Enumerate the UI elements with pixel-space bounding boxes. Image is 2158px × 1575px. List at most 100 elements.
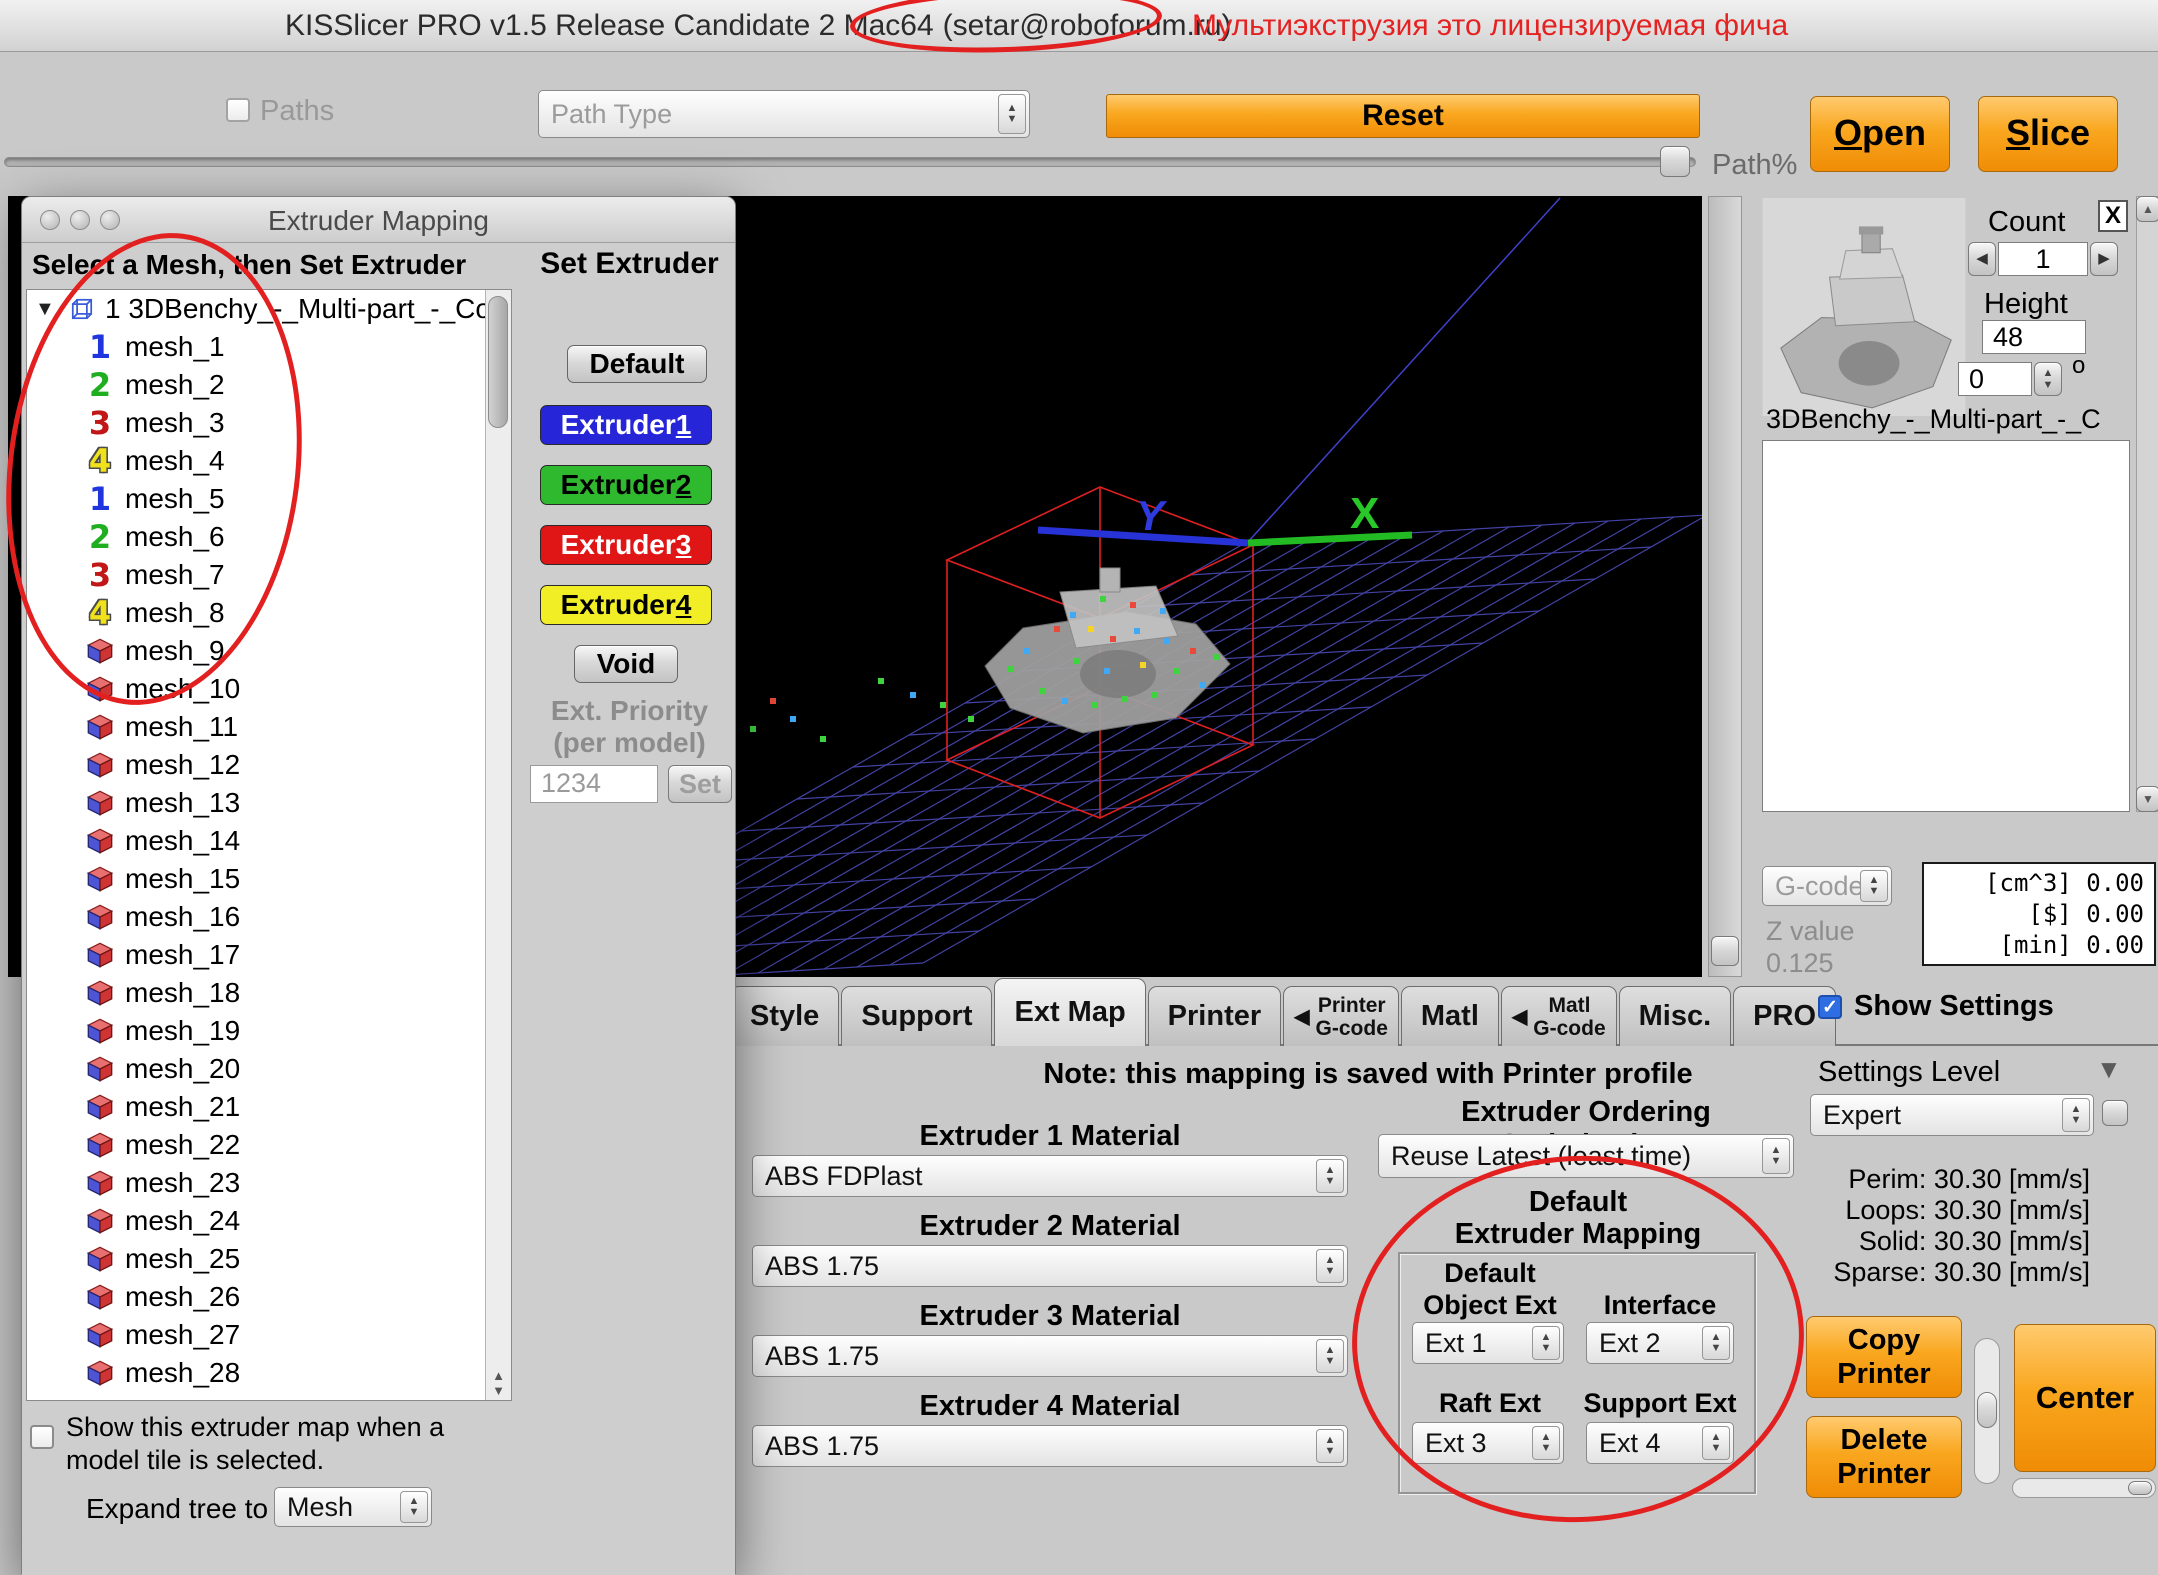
- tab-matl[interactable]: Matl: [1401, 986, 1499, 1046]
- raft-ext-value: Ext 3: [1425, 1428, 1487, 1459]
- tree-item-mesh_14[interactable]: mesh_14: [27, 822, 511, 860]
- set-extruder3-button[interactable]: Extruder 3: [540, 525, 712, 565]
- copy-printer-button[interactable]: Copy Printer: [1806, 1316, 1962, 1398]
- tab-ext-map[interactable]: Ext Map: [994, 978, 1145, 1046]
- panel-scrollbar[interactable]: [2136, 196, 2158, 812]
- tree-scrollbar-thumb[interactable]: [488, 296, 508, 428]
- tree-item-mesh_17[interactable]: mesh_17: [27, 936, 511, 974]
- set-default-button[interactable]: Default: [567, 345, 707, 383]
- tree-item-mesh_10[interactable]: mesh_10: [27, 670, 511, 708]
- tab-printer-g-code[interactable]: ◀PrinterG-code: [1283, 986, 1399, 1046]
- count-value[interactable]: 1: [1998, 242, 2088, 276]
- tree-item-mesh_27[interactable]: mesh_27: [27, 1316, 511, 1354]
- reset-button[interactable]: Reset: [1106, 94, 1700, 138]
- tree-item-mesh_23[interactable]: mesh_23: [27, 1164, 511, 1202]
- show-map-checkbox[interactable]: [30, 1425, 54, 1449]
- tree-item-mesh_5[interactable]: 1mesh_5: [27, 480, 511, 518]
- path-slider-track[interactable]: [4, 157, 1696, 167]
- tree-item-mesh_20[interactable]: mesh_20: [27, 1050, 511, 1088]
- tree-item-mesh_12[interactable]: mesh_12: [27, 746, 511, 784]
- count-increment-arrow[interactable]: ▶: [2090, 242, 2118, 276]
- interface-ext-select[interactable]: Ext 2 ▲▼: [1586, 1322, 1734, 1364]
- tree-item-mesh_24[interactable]: mesh_24: [27, 1202, 511, 1240]
- rotation-stepper[interactable]: ▲▼: [2034, 362, 2062, 396]
- set-extruder2-button[interactable]: Extruder 2: [540, 465, 712, 505]
- set-extruder1-button[interactable]: Extruder 1: [540, 405, 712, 445]
- count-decrement-arrow[interactable]: ◀: [1968, 242, 1996, 276]
- tree-scrollbar[interactable]: ▲▼: [485, 290, 511, 1400]
- tree-item-mesh_7[interactable]: 3mesh_7: [27, 556, 511, 594]
- set-extruder4-button[interactable]: Extruder 4: [540, 585, 712, 625]
- settings-level-select[interactable]: Expert ▲▼: [1810, 1094, 2094, 1136]
- set-void-button[interactable]: Void: [574, 645, 678, 683]
- ext-priority-input[interactable]: 1234: [530, 765, 658, 803]
- ext-priority-set-button[interactable]: Set: [668, 765, 732, 803]
- extruder-material-select[interactable]: ABS 1.75▲▼: [752, 1335, 1348, 1377]
- center-button[interactable]: Center: [2014, 1324, 2156, 1472]
- gcode-select[interactable]: G-code ▲▼: [1762, 866, 1892, 906]
- tree-item-mesh_15[interactable]: mesh_15: [27, 860, 511, 898]
- viewport-vertical-slider[interactable]: [1708, 196, 1742, 977]
- settings-lock-box[interactable]: [2102, 1100, 2128, 1126]
- tree-item-mesh_2[interactable]: 2mesh_2: [27, 366, 511, 404]
- bottom-horizontal-slider-handle[interactable]: [2128, 1481, 2152, 1495]
- raft-ext-select[interactable]: Ext 3 ▲▼: [1412, 1422, 1564, 1464]
- path-type-select[interactable]: Path Type ▲▼: [538, 90, 1030, 138]
- expand-tree-select[interactable]: Mesh ▲▼: [274, 1487, 432, 1527]
- tree-item-mesh_28[interactable]: mesh_28: [27, 1354, 511, 1392]
- tree-item-mesh_1[interactable]: 1mesh_1: [27, 328, 511, 366]
- viewport-vertical-slider-handle[interactable]: [1711, 936, 1739, 966]
- tree-item-mesh_6[interactable]: 2mesh_6: [27, 518, 511, 556]
- tree-item-mesh_3[interactable]: 3mesh_3: [27, 404, 511, 442]
- tree-item-mesh_21[interactable]: mesh_21: [27, 1088, 511, 1126]
- tree-item-mesh_19[interactable]: mesh_19: [27, 1012, 511, 1050]
- support-ext-select[interactable]: Ext 4 ▲▼: [1586, 1422, 1734, 1464]
- tree-item-mesh_13[interactable]: mesh_13: [27, 784, 511, 822]
- path-slider-handle[interactable]: [1660, 146, 1690, 177]
- disclosure-triangle-icon[interactable]: ▼: [35, 298, 59, 321]
- tree-item-mesh_18[interactable]: mesh_18: [27, 974, 511, 1012]
- tab-printer[interactable]: Printer: [1148, 986, 1281, 1046]
- speed-readout: Solid: 30.30 [mm/s]: [1806, 1226, 2090, 1257]
- paths-checkbox[interactable]: [226, 98, 250, 122]
- ordering-optimization-select[interactable]: Reuse Latest (least time) ▲▼: [1378, 1134, 1794, 1178]
- object-ext-select[interactable]: Ext 1 ▲▼: [1412, 1322, 1564, 1364]
- z-value: 0.125: [1766, 948, 1834, 979]
- tree-scroll-arrows-icon[interactable]: ▲▼: [486, 1368, 511, 1398]
- extruder-material-select[interactable]: ABS 1.75▲▼: [752, 1425, 1348, 1467]
- tab-matl-g-code[interactable]: ◀MatlG-code: [1501, 986, 1617, 1046]
- height-value[interactable]: 48: [1982, 320, 2086, 354]
- extruder-mapping-titlebar[interactable]: Extruder Mapping: [22, 197, 735, 243]
- delete-printer-button[interactable]: Delete Printer: [1806, 1416, 1962, 1498]
- scroll-down-icon[interactable]: ▼: [2136, 786, 2158, 812]
- tab-support[interactable]: Support: [841, 986, 992, 1046]
- speed-readout: Loops: 30.30 [mm/s]: [1806, 1195, 2090, 1226]
- mesh-cube-icon: [85, 1246, 115, 1272]
- tree-item-root[interactable]: ▼ 1 3DBenchy_-_Multi-part_-_Co: [27, 290, 511, 328]
- tree-item-mesh_9[interactable]: mesh_9: [27, 632, 511, 670]
- close-model-button[interactable]: X: [2098, 200, 2128, 232]
- extruder-material-select[interactable]: ABS FDPlast▲▼: [752, 1155, 1348, 1197]
- tree-item-mesh_8[interactable]: 4mesh_8: [27, 594, 511, 632]
- copy-printer-line1: Copy: [1848, 1323, 1921, 1357]
- model-thumbnail[interactable]: [1762, 198, 1966, 416]
- tree-item-mesh_16[interactable]: mesh_16: [27, 898, 511, 936]
- tree-item-mesh_22[interactable]: mesh_22: [27, 1126, 511, 1164]
- open-button[interactable]: Open: [1810, 96, 1950, 172]
- scroll-up-icon[interactable]: ▲: [2136, 196, 2158, 222]
- tree-item-mesh_4[interactable]: 4mesh_4: [27, 442, 511, 480]
- tab-misc-[interactable]: Misc.: [1619, 986, 1732, 1046]
- tree-item-mesh_26[interactable]: mesh_26: [27, 1278, 511, 1316]
- show-settings-checkbox[interactable]: ✓: [1818, 995, 1842, 1019]
- rotation-angle-value[interactable]: 0: [1958, 362, 2032, 396]
- tree-item-mesh_11[interactable]: mesh_11: [27, 708, 511, 746]
- mesh-tree[interactable]: ▼ 1 3DBenchy_-_Multi-part_-_Co 1mesh_12m…: [26, 289, 512, 1401]
- tab-style[interactable]: Style: [730, 986, 839, 1046]
- chevron-down-icon[interactable]: ▼: [2096, 1054, 2122, 1085]
- slice-button[interactable]: Slice: [1978, 96, 2118, 172]
- printer-vertical-slider-handle[interactable]: [1977, 1392, 1997, 1428]
- extruder-material-select[interactable]: ABS 1.75▲▼: [752, 1245, 1348, 1287]
- show-settings-toggle[interactable]: ✓ Show Settings: [1818, 990, 2054, 1023]
- model-tile-list[interactable]: [1762, 440, 2130, 812]
- tree-item-mesh_25[interactable]: mesh_25: [27, 1240, 511, 1278]
